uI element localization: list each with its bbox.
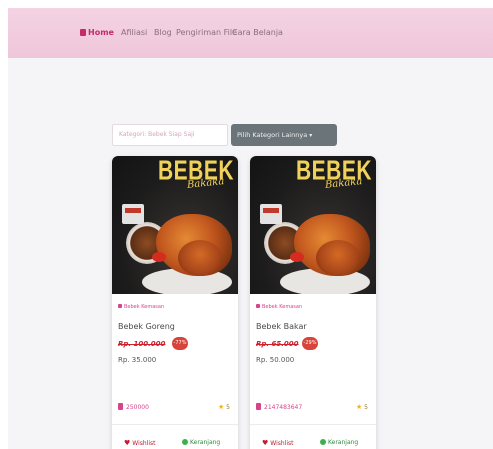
divider xyxy=(250,424,376,425)
page: Home Afiliasi Blog Pengiriman File Cara … xyxy=(8,8,493,449)
cart-label: Keranjang xyxy=(328,439,359,446)
product-image[interactable]: BEBEK Bakaka xyxy=(250,156,376,294)
caret-down-icon: ▾ xyxy=(309,132,313,139)
wishlist-label: Wishlist xyxy=(132,440,156,447)
logo-sticker xyxy=(260,204,282,224)
navbar: Home Afiliasi Blog Pengiriman File Cara … xyxy=(8,8,493,58)
phone-number: 2147483647 xyxy=(264,404,303,411)
tag-icon xyxy=(118,304,122,308)
cart-icon xyxy=(182,439,188,445)
category-field[interactable]: Kategori: Bebek Siap Saji xyxy=(112,124,228,146)
add-to-cart-button[interactable]: Keranjang xyxy=(320,439,358,446)
category-tag[interactable]: Bebek Kemasan xyxy=(118,304,164,310)
add-to-cart-button[interactable]: Keranjang xyxy=(182,439,220,446)
cart-label: Keranjang xyxy=(190,439,221,446)
wishlist-button[interactable]: ♥ Wishlist xyxy=(262,439,294,447)
rating: ★ 5 xyxy=(356,403,368,411)
duck-piece-shape xyxy=(316,240,360,276)
chili-shape xyxy=(152,252,166,262)
nav-cara-belanja[interactable]: Cara Belanja xyxy=(232,28,283,37)
wishlist-label: Wishlist xyxy=(270,440,294,447)
discount-badge: -29% xyxy=(302,337,318,350)
nav-pengiriman-file[interactable]: Pengiriman File xyxy=(176,28,237,37)
phone-link[interactable]: 250000 xyxy=(118,403,149,411)
product-name[interactable]: Bebek Goreng xyxy=(118,322,175,331)
category-tag-label: Bebek Kemasan xyxy=(124,304,165,310)
phone-number: 250000 xyxy=(126,404,149,411)
category-dropdown-label: Pilih Kategori Lainnya xyxy=(237,131,308,139)
chili-shape xyxy=(290,252,304,262)
category-tag-label: Bebek Kemasan xyxy=(262,304,303,310)
star-icon: ★ xyxy=(355,403,363,411)
rating-value: 5 xyxy=(364,404,368,411)
nav-afiliasi[interactable]: Afiliasi xyxy=(121,28,147,37)
nav-home[interactable]: Home xyxy=(80,28,114,37)
wishlist-button[interactable]: ♥ Wishlist xyxy=(124,439,156,447)
nav-blog[interactable]: Blog xyxy=(154,28,172,37)
cart-icon xyxy=(320,439,326,445)
nav-home-label: Home xyxy=(88,28,114,37)
price: Rp. 50.000 xyxy=(256,356,295,364)
logo-sticker xyxy=(122,204,144,224)
rating-value: 5 xyxy=(226,404,230,411)
phone-icon xyxy=(256,403,261,410)
category-dropdown-button[interactable]: Pilih Kategori Lainnya ▾ xyxy=(231,124,337,146)
phone-icon xyxy=(118,403,123,410)
old-price: Rp. 100.000 xyxy=(118,340,166,348)
discount-badge: -77% xyxy=(172,337,188,350)
duck-piece-shape xyxy=(178,240,222,276)
heart-icon: ♥ xyxy=(124,439,131,447)
tag-icon xyxy=(256,304,260,308)
category-tag[interactable]: Bebek Kemasan xyxy=(256,304,302,310)
price: Rp. 35.000 xyxy=(118,356,157,364)
phone-link[interactable]: 2147483647 xyxy=(256,403,302,411)
rating: ★ 5 xyxy=(218,403,230,411)
heart-icon: ♥ xyxy=(262,439,269,447)
product-image[interactable]: BEBEK Bakaka xyxy=(112,156,238,294)
home-icon xyxy=(80,29,86,36)
divider xyxy=(112,424,238,425)
old-price: Rp. 65.000 xyxy=(256,340,299,348)
product-card[interactable]: BEBEK Bakaka Bebek Kemasan Bebek Bakar R… xyxy=(250,156,376,449)
product-name[interactable]: Bebek Bakar xyxy=(256,322,307,331)
star-icon: ★ xyxy=(217,403,225,411)
product-card[interactable]: BEBEK Bakaka Bebek Kemasan Bebek Goreng … xyxy=(112,156,238,449)
